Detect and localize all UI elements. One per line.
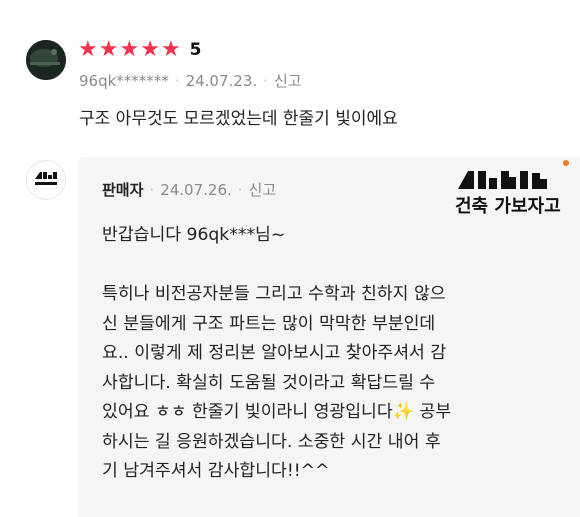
rating-stars: ★ ★ ★ ★ ★ 5 bbox=[78, 38, 202, 62]
reply-line: 하시는 길 응원하겠습니다. 소중한 시간 내어 후 bbox=[102, 431, 441, 452]
reply-line bbox=[102, 251, 542, 281]
reply-line: 신 분들에게 구조 파트는 많이 막막한 부분인데 bbox=[102, 313, 436, 334]
review-text: 구조 아무것도 모르겠었는데 한줄기 빛이에요 bbox=[79, 109, 398, 129]
seller-avatar[interactable] bbox=[26, 160, 66, 200]
reply-line: 특히나 비전공자분들 그리고 수학과 친하지 않으 bbox=[102, 284, 446, 304]
reviewer-avatar[interactable] bbox=[26, 40, 66, 80]
reply-text: 반갑습니다 96qk***님~ 특히나 비전공자분들 그리고 수학과 친하지 않… bbox=[102, 221, 542, 487]
reply-line: 있어요 ㅎㅎ 한줄기 빛이라니 영광입니다✨ 공부 bbox=[102, 402, 452, 422]
rating-score: 5 bbox=[189, 40, 202, 60]
reply-line: 기 남겨주셔서 감사합니다!!^^ bbox=[102, 461, 330, 481]
brand-logo: 건축 가보자고 bbox=[454, 159, 572, 217]
seller-meta: 판매자 · 24.07.26. · 신고 bbox=[102, 179, 276, 200]
reviewer-id: 96qk******* bbox=[79, 72, 169, 90]
review-meta: 96qk******* · 24.07.23. · 신고 bbox=[79, 70, 302, 91]
separator-dot: · bbox=[263, 72, 268, 90]
brand-logo-mark: 건축 가보자고 bbox=[455, 160, 569, 217]
star-icon: ★ bbox=[119, 37, 140, 62]
separator-dot: · bbox=[149, 181, 155, 199]
seller-logo-icon bbox=[35, 172, 57, 185]
seller-reply: 판매자 · 24.07.26. · 신고 반갑습니다 96qk***님~ 특히나 비전공… bbox=[78, 157, 580, 517]
seller-name: 판매자 bbox=[102, 181, 144, 199]
star-icon: ★ bbox=[140, 37, 160, 62]
report-link[interactable]: 신고 bbox=[274, 72, 302, 90]
star-icon: ★ bbox=[98, 37, 119, 62]
star-icon: ★ bbox=[78, 37, 98, 62]
separator-dot: · bbox=[174, 72, 180, 90]
reply-date: 24.07.26. bbox=[160, 181, 232, 199]
review-date: 24.07.23. bbox=[185, 72, 258, 90]
avatar-image bbox=[26, 40, 66, 80]
report-link[interactable]: 신고 bbox=[249, 181, 277, 199]
reply-line: 요.. 이렇게 제 정리본 알아보시고 찾아주셔서 감 bbox=[102, 343, 447, 363]
reply-line: 사합니다. 확실히 도움될 것이라고 확답드릴 수 bbox=[102, 372, 436, 393]
svg-text:건축 가보자고: 건축 가보자고 bbox=[455, 196, 561, 217]
star-icon: ★ bbox=[160, 37, 181, 62]
separator-dot: · bbox=[237, 181, 243, 199]
reply-line: 반갑습니다 96qk***님~ bbox=[102, 225, 286, 245]
